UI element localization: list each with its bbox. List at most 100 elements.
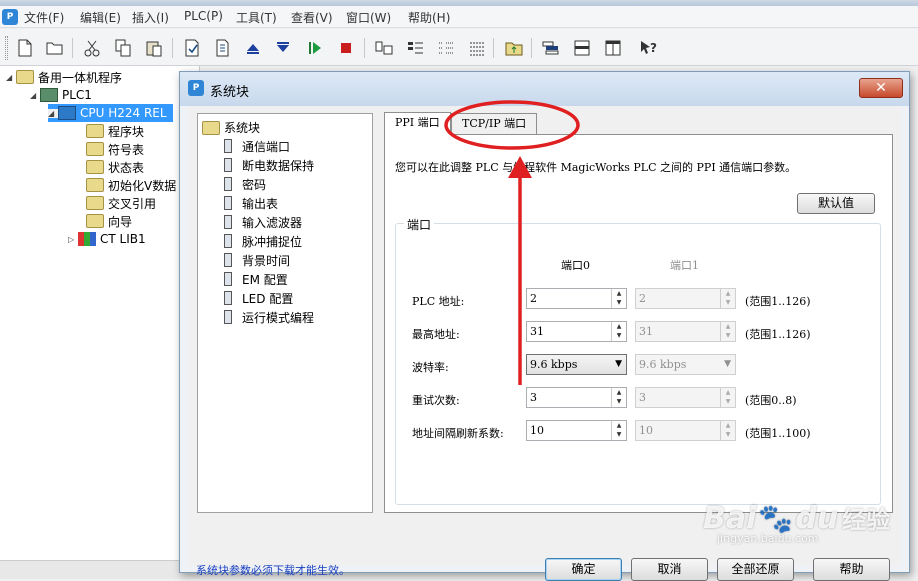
library-icon xyxy=(78,232,96,246)
ok-button[interactable]: 确定 xyxy=(545,558,622,581)
paste-icon[interactable] xyxy=(143,37,165,59)
download-note: 系统块参数必须下载才能生效。 xyxy=(196,564,350,577)
menu-edit[interactable]: 编辑(E) xyxy=(80,9,121,26)
help-button[interactable]: 帮助 xyxy=(813,558,890,581)
dialog-title: 系统块 xyxy=(210,85,250,100)
menu-tools[interactable]: 工具(T) xyxy=(236,9,277,26)
baidu-watermark: Bai🐾du 经验 jingyan.baidu.com xyxy=(703,501,891,545)
copy-icon[interactable] xyxy=(112,37,134,59)
status-chart-icon[interactable] xyxy=(373,37,395,59)
upload-icon[interactable] xyxy=(242,37,264,59)
spin-arrows-icon[interactable]: ▲ ▼ xyxy=(611,388,626,407)
page-icon xyxy=(224,253,232,267)
menu-view[interactable]: 查看(V) xyxy=(291,9,333,26)
plc-address-range: (范围1..126) xyxy=(745,295,811,308)
plc-address-port1-input: 2 ▲ ▼ xyxy=(635,288,736,309)
dialog-app-icon: P xyxy=(188,80,204,96)
menu-window[interactable]: 窗口(W) xyxy=(346,9,391,26)
tree-item-wizard[interactable]: 向导 xyxy=(86,212,132,230)
menu-help[interactable]: 帮助(H) xyxy=(408,9,450,26)
tree-scrollbar[interactable] xyxy=(0,560,200,579)
nav-root[interactable]: 系统块 xyxy=(202,119,260,136)
download-icon[interactable] xyxy=(272,37,294,59)
tab-tcpip-port[interactable]: TCP/IP 端口 xyxy=(451,113,538,135)
tree-item-program-block[interactable]: 程序块 xyxy=(86,122,144,140)
toolbar-grip[interactable] xyxy=(5,36,8,60)
default-button[interactable]: 默认值 xyxy=(797,193,875,214)
symbol-table-icon xyxy=(86,142,104,156)
settings-nav: 系统块 通信端口 断电数据保持 密码 输出表 输入滤波器 脉冲捕捉位 背景时间 … xyxy=(197,113,373,513)
nav-item-comm-port[interactable]: 通信端口 xyxy=(224,137,290,155)
dialog-body: 系统块 通信端口 断电数据保持 密码 输出表 输入滤波器 脉冲捕捉位 背景时间 … xyxy=(188,106,901,581)
page-icon xyxy=(224,158,232,172)
project-tree: ◢ 备用一体机程序 ◢ PLC1 ◢ CPU H224 REL 程序块 符号表 … xyxy=(0,66,200,579)
tree-item-lib[interactable]: ▷ CT LIB1 xyxy=(68,230,146,248)
spin-arrows-icon[interactable]: ▲ ▼ xyxy=(611,289,626,308)
plc-address-port0-input[interactable]: 2 ▲ ▼ xyxy=(526,288,627,309)
nav-item-background-time[interactable]: 背景时间 xyxy=(224,251,290,269)
nav-item-run-mode[interactable]: 运行模式编程 xyxy=(224,308,314,326)
ladder-icon[interactable] xyxy=(404,37,426,59)
spin-arrows-icon[interactable]: ▲ ▼ xyxy=(611,322,626,341)
collapse-icon[interactable]: ◢ xyxy=(48,108,58,118)
highest-address-label: 最高地址: xyxy=(412,328,460,341)
nav-item-output-table[interactable]: 输出表 xyxy=(224,194,278,212)
tree-item-status-table[interactable]: 状态表 xyxy=(86,158,144,176)
page-icon xyxy=(224,177,232,191)
compile-icon[interactable] xyxy=(181,37,203,59)
nav-item-led-config[interactable]: LED 配置 xyxy=(224,289,293,307)
page-icon xyxy=(224,272,232,286)
nav-item-retentive[interactable]: 断电数据保持 xyxy=(224,156,314,174)
retry-count-label: 重试次数: xyxy=(412,394,460,407)
menu-file[interactable]: 文件(F) xyxy=(24,9,64,26)
nav-item-pulse-catch[interactable]: 脉冲捕捉位 xyxy=(224,232,302,250)
stl-icon[interactable] xyxy=(466,37,488,59)
compile-all-icon[interactable] xyxy=(211,37,233,59)
gap-update-factor-port0-input[interactable]: 10 ▲ ▼ xyxy=(526,420,627,441)
tree-plc[interactable]: ◢ PLC1 xyxy=(30,86,92,104)
highest-address-range: (范围1..126) xyxy=(745,328,811,341)
ppi-port-panel: 您可以在此调整 PLC 与编程软件 MagicWorks PLC 之间的 PPI… xyxy=(384,134,893,513)
baud-rate-label: 波特率: xyxy=(412,361,449,374)
system-block-icon[interactable] xyxy=(503,37,525,59)
highest-address-port0-input[interactable]: 31 ▲ ▼ xyxy=(526,321,627,342)
baud-rate-port1-select: 9.6 kbps ▼ xyxy=(635,354,736,375)
chevron-down-icon: ▼ xyxy=(724,359,731,369)
retry-count-range: (范围0..8) xyxy=(745,394,797,407)
spin-arrows-icon[interactable]: ▲ ▼ xyxy=(611,421,626,440)
collapse-icon[interactable]: ◢ xyxy=(6,73,16,82)
help-pointer-icon[interactable]: ? xyxy=(638,37,660,59)
tree-item-symbol-table[interactable]: 符号表 xyxy=(86,140,144,158)
stop-icon[interactable] xyxy=(335,37,357,59)
nav-item-input-filter[interactable]: 输入滤波器 xyxy=(224,213,302,231)
restore-all-button[interactable]: 全部还原 xyxy=(717,558,794,581)
fbd-icon[interactable] xyxy=(435,37,457,59)
run-icon[interactable] xyxy=(304,37,326,59)
port-group-label: 端口 xyxy=(404,216,435,233)
tree-cpu[interactable]: ◢ CPU H224 REL xyxy=(48,104,173,122)
collapse-icon[interactable]: ◢ xyxy=(30,91,40,100)
data-block-icon[interactable] xyxy=(571,37,593,59)
tab-ppi-port[interactable]: PPI 端口 xyxy=(384,112,451,135)
spin-arrows-icon: ▲ ▼ xyxy=(720,289,735,308)
retry-count-port0-input[interactable]: 3 ▲ ▼ xyxy=(526,387,627,408)
tree-root[interactable]: ◢ 备用一体机程序 xyxy=(6,68,122,86)
menu-bar: P 文件(F) 编辑(E) 插入(I) PLC(P) 工具(T) 查看(V) 窗… xyxy=(0,6,918,28)
close-button[interactable]: ✕ xyxy=(859,78,903,98)
dialog-titlebar[interactable]: P 系统块 ✕ xyxy=(180,72,909,106)
tree-item-cross-ref[interactable]: 交叉引用 xyxy=(86,194,156,212)
cancel-button[interactable]: 取消 xyxy=(631,558,708,581)
menu-plc[interactable]: PLC(P) xyxy=(184,9,223,23)
expand-icon[interactable]: ▷ xyxy=(68,235,78,244)
cut-icon[interactable] xyxy=(81,37,103,59)
open-folder-icon[interactable] xyxy=(44,37,66,59)
menu-insert[interactable]: 插入(I) xyxy=(132,9,169,26)
new-file-icon[interactable] xyxy=(14,37,36,59)
nav-item-em-config[interactable]: EM 配置 xyxy=(224,270,288,288)
baud-rate-port0-select[interactable]: 9.6 kbps ▼ xyxy=(526,354,627,375)
cpu-icon xyxy=(58,106,76,120)
window-split-icon[interactable] xyxy=(602,37,624,59)
tree-item-init-v-data[interactable]: 初始化V数据 xyxy=(86,176,176,194)
cross-ref-icon[interactable] xyxy=(540,37,562,59)
nav-item-password[interactable]: 密码 xyxy=(224,175,266,193)
